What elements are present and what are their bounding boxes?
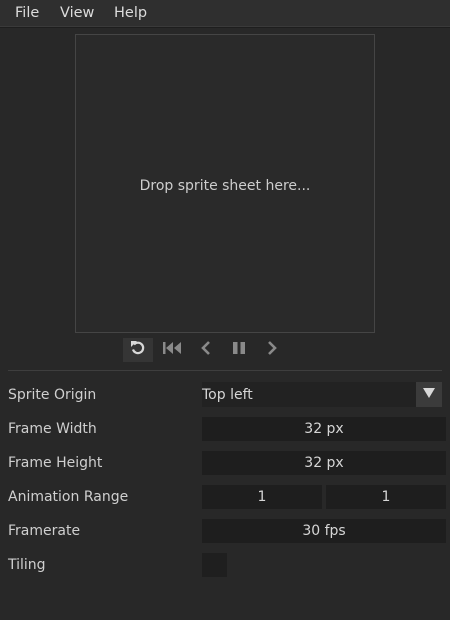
animation-range-end-field[interactable]: 1 bbox=[326, 485, 446, 509]
sprite-drop-area[interactable]: Drop sprite sheet here... bbox=[75, 34, 375, 333]
playback-controls bbox=[123, 338, 299, 362]
animation-range-start-value: 1 bbox=[257, 489, 267, 505]
animation-range-start-field[interactable]: 1 bbox=[202, 485, 322, 509]
next-frame-icon bbox=[265, 340, 279, 360]
menu-help[interactable]: Help bbox=[114, 5, 147, 21]
frame-height-field[interactable]: 32 px bbox=[202, 451, 446, 475]
section-divider bbox=[8, 370, 442, 371]
loop-icon bbox=[129, 339, 147, 361]
pause-button[interactable] bbox=[224, 338, 254, 362]
next-frame-button[interactable] bbox=[257, 338, 287, 362]
framerate-label: Framerate bbox=[8, 523, 81, 539]
skip-to-start-icon bbox=[162, 340, 182, 360]
framerate-value: 30 fps bbox=[302, 523, 346, 539]
animation-range-label: Animation Range bbox=[8, 489, 129, 505]
tiling-label: Tiling bbox=[8, 557, 46, 573]
menu-view[interactable]: View bbox=[60, 5, 94, 21]
frame-width-value: 32 px bbox=[304, 421, 344, 437]
previous-frame-button[interactable] bbox=[191, 338, 221, 362]
frame-height-value: 32 px bbox=[304, 455, 344, 471]
tiling-checkbox[interactable] bbox=[202, 553, 227, 577]
frame-width-field[interactable]: 32 px bbox=[202, 417, 446, 441]
sprite-origin-value: Top left bbox=[202, 386, 253, 403]
pause-icon bbox=[231, 340, 247, 360]
menu-bar: File View Help bbox=[0, 0, 450, 27]
sprite-origin-label: Sprite Origin bbox=[8, 387, 97, 403]
menu-file[interactable]: File bbox=[15, 5, 39, 21]
sprite-origin-select[interactable]: Top left bbox=[202, 382, 416, 407]
frame-width-label: Frame Width bbox=[8, 421, 97, 437]
drop-hint-text: Drop sprite sheet here... bbox=[139, 178, 311, 194]
triangle-down-icon bbox=[422, 387, 436, 403]
animation-range-end-value: 1 bbox=[381, 489, 391, 505]
frame-height-label: Frame Height bbox=[8, 455, 103, 471]
previous-frame-icon bbox=[199, 340, 213, 360]
sprite-origin-dropdown-button[interactable] bbox=[416, 382, 442, 407]
skip-to-start-button[interactable] bbox=[157, 338, 187, 362]
loop-button[interactable] bbox=[123, 338, 153, 362]
framerate-field[interactable]: 30 fps bbox=[202, 519, 446, 543]
